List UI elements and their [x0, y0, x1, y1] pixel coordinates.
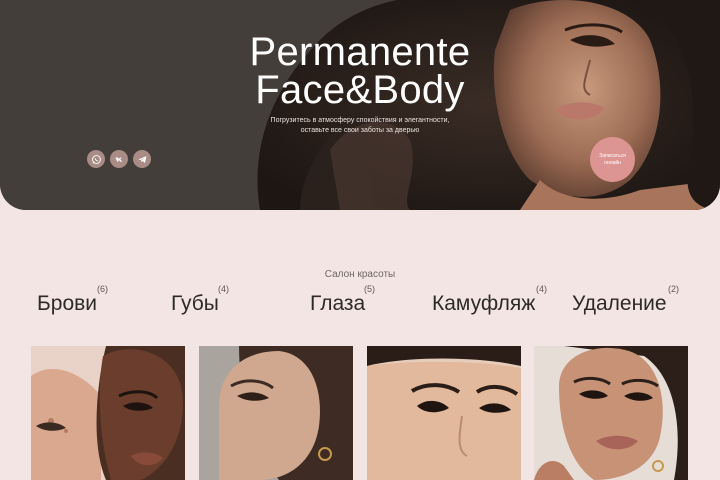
- brows-photo: [31, 346, 185, 480]
- category-label: Брови: [37, 292, 98, 315]
- category-label: Камуфляж: [432, 292, 536, 315]
- telegram-icon: [137, 155, 146, 163]
- category-label: Глаза: [310, 292, 366, 315]
- category-camouflage[interactable]: Камуфляж (4): [432, 284, 547, 316]
- category-label: Удаление: [572, 292, 667, 315]
- hero-subtitle-line2: оставьте все свои заботы за дверью: [300, 127, 420, 134]
- category-count: (2): [668, 284, 679, 294]
- eyes-photo: [367, 346, 521, 480]
- whatsapp-icon: [91, 154, 101, 164]
- category-removal[interactable]: Удаление (2): [572, 284, 679, 316]
- category-eyes[interactable]: Глаза (5): [310, 284, 375, 316]
- hero-title: Permanente Face&Body: [0, 30, 720, 112]
- hero-title-line1: Permanente: [249, 30, 471, 74]
- category-count: (4): [536, 284, 547, 294]
- category-count: (6): [97, 284, 108, 294]
- category-lips[interactable]: Губы (4): [171, 284, 229, 316]
- card-camouflage[interactable]: [534, 346, 688, 480]
- vk-button[interactable]: [110, 150, 128, 168]
- hero-subtitle-line1: Погрузитесь в атмосферу спокойствия и эл…: [270, 117, 450, 124]
- section-label: Салон красоты: [324, 269, 396, 280]
- hero-subtitle: Погрузитесь в атмосферу спокойствия и эл…: [0, 116, 720, 136]
- hero-title-line2: Face&Body: [255, 68, 465, 112]
- category-label: Губы: [171, 292, 219, 315]
- vk-icon: [114, 157, 122, 162]
- telegram-button[interactable]: [133, 150, 151, 168]
- category-count: (5): [364, 284, 375, 294]
- social-links: [87, 150, 151, 168]
- whatsapp-button[interactable]: [87, 150, 105, 168]
- camouflage-photo: [534, 346, 688, 480]
- card-brows[interactable]: [31, 346, 185, 480]
- lips-photo: [199, 346, 353, 480]
- hero-banner: Permanente Face&Body Погрузитесь в атмос…: [0, 0, 720, 210]
- card-eyes[interactable]: [367, 346, 521, 480]
- category-count: (4): [218, 284, 229, 294]
- book-online-button[interactable]: Записаться онлайн: [590, 137, 635, 182]
- category-brows[interactable]: Брови (6): [37, 284, 108, 316]
- card-lips[interactable]: [199, 346, 353, 480]
